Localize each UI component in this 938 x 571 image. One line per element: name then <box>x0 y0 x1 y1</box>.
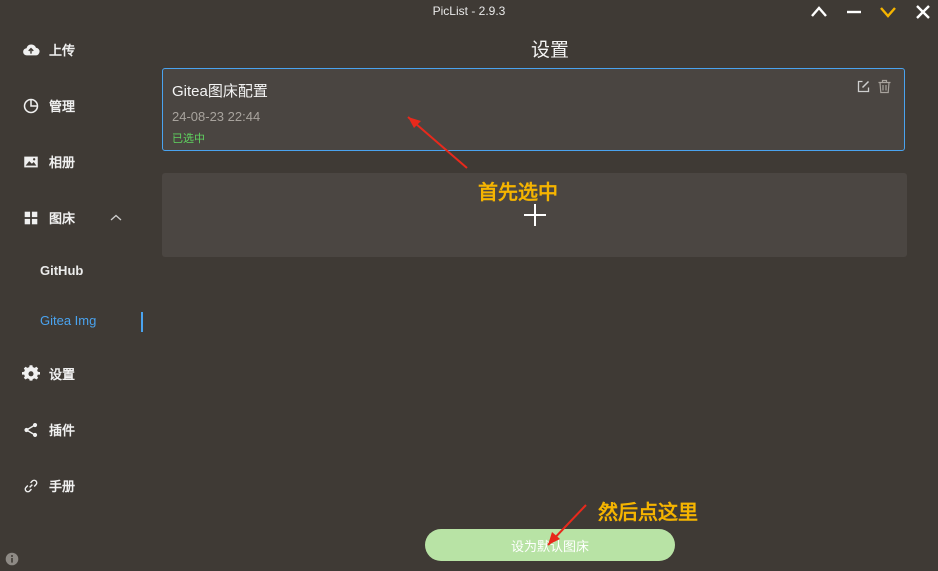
image-icon <box>24 156 38 167</box>
share-icon <box>24 422 38 437</box>
delete-icon[interactable] <box>877 79 892 94</box>
config-card[interactable]: Gitea图床配置 24-08-23 22:44 已选中 <box>162 68 905 151</box>
annotation-second: 然后点这里 <box>598 502 698 524</box>
sidebar-item-manage[interactable]: 管理 <box>22 96 75 115</box>
config-date: 24-08-23 22:44 <box>172 109 261 124</box>
gear-icon <box>22 364 40 381</box>
active-indicator <box>141 312 143 332</box>
sidebar-item-upload[interactable]: 上传 <box>22 40 75 59</box>
chevron-up-icon[interactable] <box>108 210 124 226</box>
sidebar-item-plugins[interactable]: 插件 <box>22 420 75 439</box>
config-status: 已选中 <box>172 133 205 145</box>
edit-icon[interactable] <box>856 79 871 94</box>
sidebar-item-manual[interactable]: 手册 <box>22 476 75 495</box>
chevron-up-icon[interactable] <box>802 0 836 24</box>
app-title: PicList - 2.9.3 <box>432 4 506 18</box>
info-icon[interactable] <box>5 552 19 566</box>
pie-chart-icon <box>23 98 39 113</box>
sidebar-item-label: 管理 <box>49 99 76 114</box>
sidebar-item-label: 设置 <box>49 367 76 382</box>
sidebar-item-label: 图床 <box>49 211 76 226</box>
sidebar-item-label: 插件 <box>49 423 76 438</box>
chevron-down-icon[interactable] <box>871 0 905 24</box>
plus-icon <box>524 204 546 226</box>
sidebar-item-label: 相册 <box>49 155 76 170</box>
sidebar-subitem-github[interactable]: GitHub <box>40 263 83 278</box>
sidebar-item-label: 手册 <box>49 479 76 494</box>
grid-icon <box>24 211 38 224</box>
sidebar-item-settings[interactable]: 设置 <box>22 364 75 383</box>
page-title: 设置 <box>530 40 569 61</box>
sidebar-subitem-gitea-img[interactable]: Gitea Img <box>40 313 96 328</box>
link-icon <box>24 479 38 492</box>
minimize-icon[interactable] <box>837 0 871 24</box>
set-default-button[interactable]: 设为默认图床 <box>425 529 675 561</box>
config-name: Gitea图床配置 <box>172 83 268 100</box>
cloud-upload-icon <box>23 43 40 55</box>
sidebar-item-album[interactable]: 相册 <box>22 152 75 171</box>
title-bar: PicList - 2.9.3 <box>0 0 938 24</box>
annotation-first: 首先选中 <box>478 182 558 204</box>
sidebar-item-label: 上传 <box>49 43 76 58</box>
close-icon[interactable] <box>906 0 938 24</box>
sidebar-item-hosting[interactable]: 图床 <box>22 208 75 227</box>
